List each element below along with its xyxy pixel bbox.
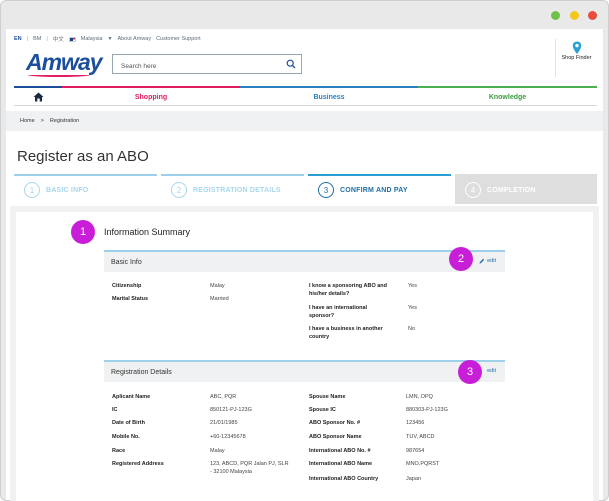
separator: |: [46, 36, 48, 42]
reg-intl-country-value: Japan: [406, 476, 421, 482]
reg-race-key: Race: [112, 448, 126, 454]
reg-intl-no-key: International ABO No. #: [309, 448, 371, 454]
chevron-down-icon[interactable]: ▼: [107, 36, 112, 42]
reg-sponsor-name-key: ABO Sponsor Name: [309, 434, 362, 440]
window-close-button[interactable]: [588, 11, 597, 20]
language-zh[interactable]: 中文: [53, 35, 64, 43]
step-registration-details[interactable]: 2 REGISTRATION DETAILS: [161, 174, 304, 204]
amway-logo[interactable]: Amway: [26, 49, 103, 76]
utility-bar: EN | BM | 中文 Malaysia ▼ About Amway Cust…: [14, 34, 201, 44]
nav-business[interactable]: Business: [240, 86, 418, 106]
basic-intl-sponsor-value: Yes: [408, 305, 417, 311]
breadcrumb-separator: >: [40, 118, 44, 124]
search-icon[interactable]: [286, 59, 296, 69]
basic-citizenship-key: Citizenship: [112, 283, 142, 289]
nav-knowledge[interactable]: Knowledge: [418, 86, 597, 106]
breadcrumb: Home > Registration: [6, 111, 603, 131]
reg-spouse-ic-value: 880303-PJ-123G: [406, 407, 448, 413]
main-nav: Shopping Business Knowledge: [14, 86, 597, 106]
reg-name-value: ABC, PQR: [210, 394, 237, 400]
shop-finder-label: Shop Finder: [561, 55, 592, 61]
pencil-icon: [479, 258, 485, 264]
location-pin-icon: [572, 41, 581, 54]
reg-sponsor-name-value: TUV, ABCD: [406, 434, 435, 440]
reg-dob-value: 21/01/1985: [210, 420, 238, 426]
reg-intl-name-value: MNO,PQRST: [406, 461, 440, 467]
reg-sponsor-no-value: 123456: [406, 420, 425, 426]
step-completion: 4 COMPLETION: [455, 174, 597, 204]
registration-details-header: Registration Details edit: [104, 360, 505, 382]
basic-sponsor-known-value: Yes: [408, 283, 417, 289]
basic-business-abroad-value: No: [408, 326, 416, 332]
annotation-marker-3: 3: [458, 360, 482, 384]
reg-race-value: Malay: [210, 448, 225, 454]
step-number: 1: [24, 182, 40, 198]
annotation-marker-2: 2: [449, 247, 473, 271]
page-title: Register as an ABO: [17, 148, 149, 165]
language-bm[interactable]: BM: [33, 36, 41, 42]
reg-address-value: 123, ABCD, PQR Jalan PJ, SLR - 32100 Mal…: [210, 461, 289, 475]
reg-ic-key: IC: [112, 407, 118, 413]
about-amway-link[interactable]: About Amway: [117, 36, 151, 42]
basic-marital-value: Married: [210, 296, 229, 302]
basic-citizenship-value: Malay: [210, 283, 225, 289]
step-number: 2: [171, 182, 187, 198]
registration-edit-link[interactable]: edit: [487, 368, 496, 374]
basic-info-header: Basic Info edit: [104, 250, 505, 272]
breadcrumb-current: Registration: [49, 118, 80, 124]
step-label: BASIC INFO: [46, 186, 89, 194]
edit-label: edit: [487, 258, 496, 264]
basic-info-edit-link[interactable]: edit: [479, 258, 496, 264]
separator: |: [26, 36, 29, 42]
step-number: 4: [465, 182, 481, 198]
reg-sponsor-no-key: ABO Sponsor No. #: [309, 420, 361, 426]
annotation-marker-1: 1: [71, 220, 95, 244]
progress-steps: 1 BASIC INFO 2 REGISTRATION DETAILS 3 CO…: [14, 174, 597, 204]
reg-spouse-ic-key: Spouse IC: [309, 407, 336, 413]
basic-intl-sponsor-key: I have an international sponsor?: [309, 305, 368, 319]
search-box: [112, 54, 302, 76]
step-label: CONFIRM AND PAY: [340, 186, 408, 194]
shop-finder-button[interactable]: Shop Finder: [555, 39, 597, 77]
step-confirm-and-pay[interactable]: 3 CONFIRM AND PAY: [308, 174, 451, 204]
reg-mobile-key: Mobile No.: [112, 434, 140, 440]
customer-support-link[interactable]: Customer Support: [156, 36, 201, 42]
step-number: 3: [318, 182, 334, 198]
window-maximize-button[interactable]: [570, 11, 579, 20]
basic-info-heading: Basic Info: [111, 258, 142, 266]
nav-home[interactable]: [14, 86, 62, 106]
logo-swoosh: [28, 73, 90, 77]
country-selector[interactable]: Malaysia: [81, 36, 103, 42]
basic-sponsor-known-key: I know a sponsoring ABO and his/her deta…: [309, 283, 388, 297]
malaysia-flag-icon: [68, 36, 76, 42]
language-en[interactable]: EN: [14, 36, 22, 42]
reg-spouse-name-key: Spouse Name: [309, 394, 346, 400]
reg-intl-name-key: International ABO Name: [309, 461, 373, 467]
home-icon: [33, 92, 43, 102]
reg-intl-no-value: 987654: [406, 448, 425, 454]
reg-spouse-name-value: LMN, OPQ: [406, 394, 433, 400]
nav-shopping[interactable]: Shopping: [62, 86, 240, 106]
step-basic-info[interactable]: 1 BASIC INFO: [14, 174, 157, 204]
breadcrumb-home[interactable]: Home: [20, 118, 35, 124]
reg-intl-country-key: International ABO Country: [309, 476, 379, 482]
step-label: REGISTRATION DETAILS: [193, 186, 281, 194]
window-minimize-button[interactable]: [551, 11, 560, 20]
information-summary-title: Information Summary: [104, 227, 191, 237]
reg-address-key: Registered Address: [112, 461, 164, 467]
registration-details-heading: Registration Details: [111, 368, 172, 376]
step-label: COMPLETION: [487, 186, 536, 194]
reg-ic-value: 850121-PJ-123G: [210, 407, 252, 413]
reg-name-key: Aplicant Name: [112, 394, 151, 400]
basic-marital-key: Marital Status: [112, 296, 149, 302]
window-titlebar: [1, 1, 608, 29]
search-input[interactable]: [113, 57, 281, 76]
reg-mobile-value: +60-12345678: [210, 434, 246, 440]
reg-dob-key: Date of Birth: [112, 420, 145, 426]
basic-business-abroad-key: I have a business in another country: [309, 326, 383, 340]
